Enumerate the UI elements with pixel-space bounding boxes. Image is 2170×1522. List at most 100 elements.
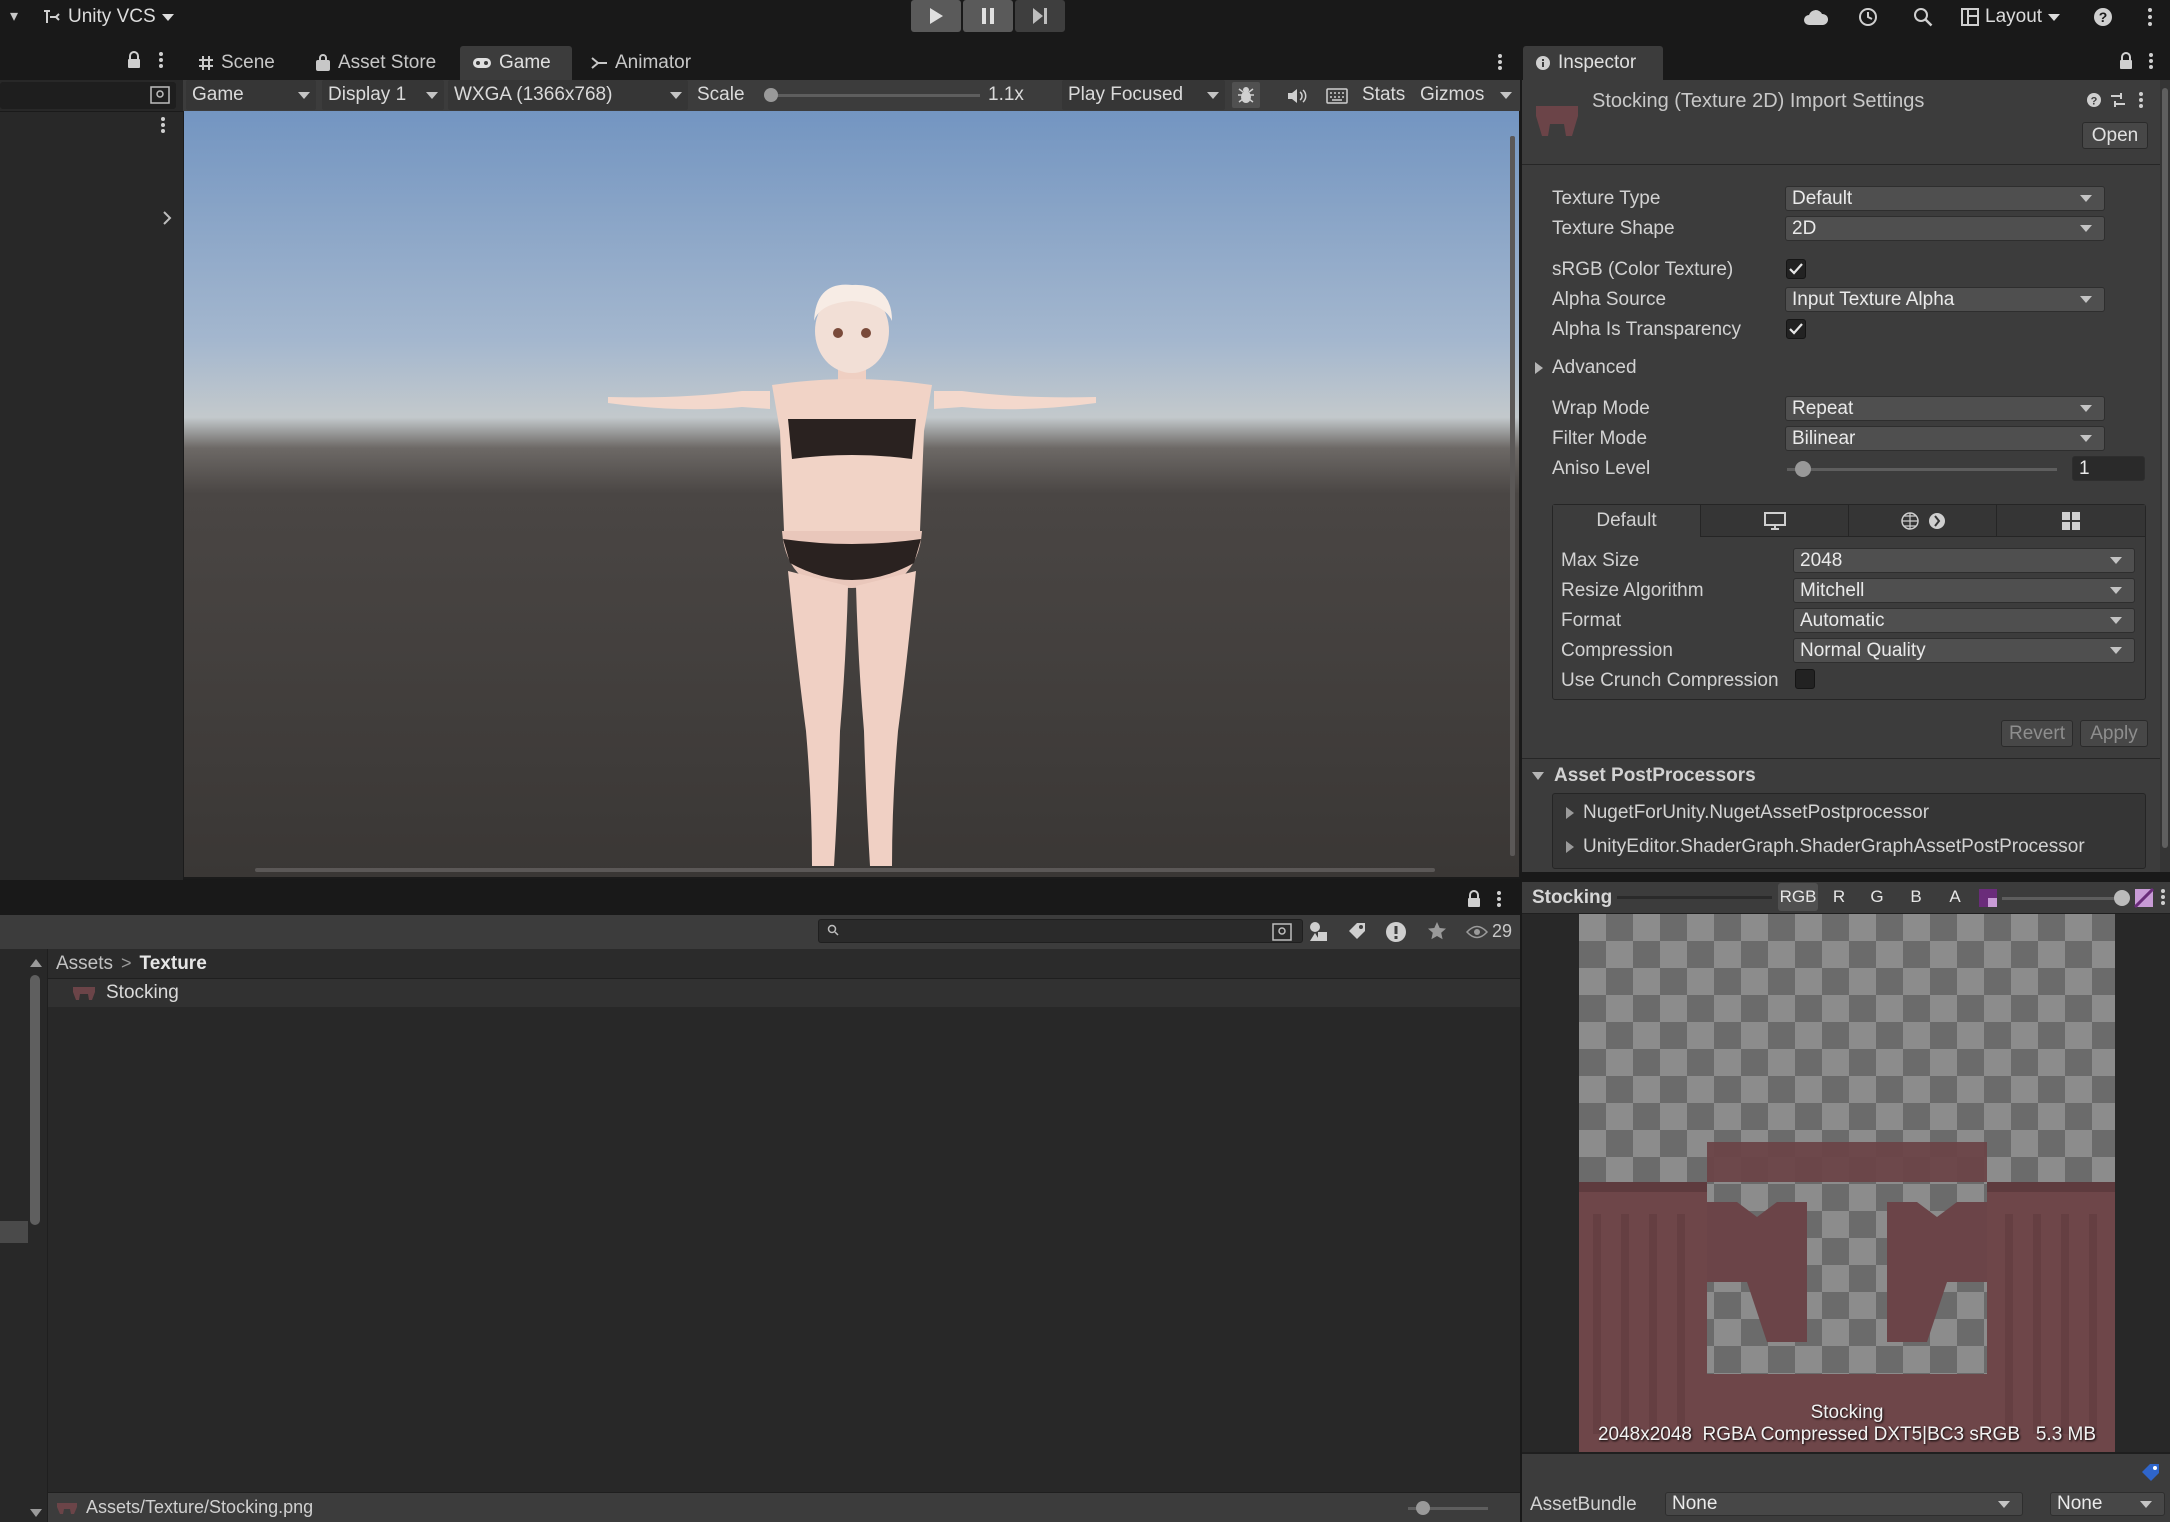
assetbundle-name-dropdown[interactable]: None [1665,1492,2023,1516]
filter-by-type-icon[interactable] [1308,921,1330,943]
list-item[interactable]: UnityEditor.ShaderGraph.ShaderGraphAsset… [1565,836,2085,858]
platform-tab-standalone[interactable] [1701,505,1849,537]
scale-slider-track[interactable] [767,94,980,97]
resize-algorithm-dropdown[interactable]: Mitchell [1793,578,2135,603]
bug-icon[interactable] [1232,82,1260,108]
more-icon[interactable] [1496,890,1502,908]
platform-tab-webgl[interactable] [1849,505,1997,537]
visible-count-toggle[interactable]: 29 [1466,921,1512,942]
channel-a-button[interactable]: A [1940,883,1970,911]
scroll-up-icon[interactable] [30,959,42,967]
search-scope-icon[interactable] [150,86,170,104]
apply-button[interactable]: Apply [2080,720,2148,747]
max-size-dropdown[interactable]: 2048 [1793,548,2135,573]
chevron-right-icon[interactable] [162,210,172,226]
layout-dropdown[interactable]: Layout [1961,3,2061,31]
game-view-scrollbar[interactable] [255,868,1435,872]
history-icon[interactable] [1855,4,1881,30]
favorite-star-icon[interactable] [1427,921,1447,941]
more-icon[interactable] [1497,53,1503,71]
keyboard-icon[interactable] [1323,84,1351,108]
channel-r-button[interactable]: R [1824,883,1854,911]
aniso-level-input[interactable]: 1 [2072,456,2145,481]
more-icon[interactable] [160,116,166,134]
display-dropdown[interactable]: Display 1 [322,80,444,110]
gizmos-button[interactable]: Gizmos [1420,80,1484,110]
mipmap-icon[interactable] [1978,888,1998,908]
lock-icon[interactable] [1466,890,1482,908]
breadcrumb-texture[interactable]: Texture [140,953,207,975]
lock-icon[interactable] [126,51,142,69]
texture-shape-dropdown[interactable]: 2D [1785,216,2105,241]
revert-button[interactable]: Revert [2001,720,2073,747]
texture-type-dropdown[interactable]: Default [1785,186,2105,211]
channel-g-button[interactable]: G [1862,883,1892,911]
filter-mode-dropdown[interactable]: Bilinear [1785,426,2105,451]
search-scope-icon[interactable] [1272,923,1292,941]
more-icon[interactable] [2140,4,2160,30]
channel-rgb-button[interactable]: RGB [1778,883,1818,911]
list-item[interactable]: Stocking [48,979,1520,1007]
platform-tab-default[interactable]: Default [1553,505,1701,537]
search-icon[interactable] [1910,4,1936,30]
wrap-mode-dropdown[interactable]: Repeat [1785,396,2105,421]
platform-tab-windows[interactable] [1997,505,2145,537]
asset-label-icon[interactable] [2140,1462,2162,1482]
advanced-foldout[interactable]: Advanced [1534,357,1637,379]
tab-animator[interactable]: Animator [578,46,703,80]
assetbundle-variant-dropdown[interactable]: None [2050,1492,2165,1516]
mip-level-slider-track[interactable] [2002,897,2122,900]
alpha-transparency-checkbox[interactable] [1786,319,1806,339]
presets-icon[interactable] [2110,92,2126,108]
pause-button[interactable] [963,0,1013,32]
tree-selected-row[interactable] [0,1221,28,1243]
tab-game[interactable]: Game [460,46,572,80]
tab-asset-store[interactable]: Asset Store [303,46,448,80]
aniso-slider-thumb[interactable] [1795,461,1812,477]
srgb-checkbox[interactable] [1786,259,1806,279]
crunch-compression-checkbox[interactable] [1795,669,1815,689]
tab-inspector[interactable]: Inspector [1523,46,1663,80]
game-view-vscrollbar[interactable] [1510,136,1515,856]
scroll-down-icon[interactable] [30,1509,42,1517]
alpha-source-dropdown[interactable]: Input Texture Alpha [1785,287,2105,312]
step-button[interactable] [1015,0,1065,32]
resolution-dropdown[interactable]: WXGA (1366x768) [448,80,688,110]
list-item[interactable]: NugetForUnity.NugetAssetPostprocessor [1565,802,1929,824]
preview-drag-bar[interactable] [1617,896,1772,899]
game-viewport[interactable] [184,111,1519,877]
account-menu-caret[interactable]: ▾ [4,4,24,28]
more-icon[interactable] [158,51,164,69]
cloud-icon[interactable] [1802,4,1830,30]
tab-scene[interactable]: Scene [186,46,287,80]
warning-filter-icon[interactable] [1385,921,1407,943]
compression-dropdown[interactable]: Normal Quality [1793,638,2135,663]
help-icon[interactable]: ? [2090,4,2116,30]
format-dropdown[interactable]: Automatic [1793,608,2135,633]
unity-vcs-button[interactable]: Unity VCS [42,3,174,31]
play-button[interactable] [911,0,961,32]
more-icon[interactable] [2148,52,2154,70]
lock-icon[interactable] [2118,52,2134,70]
tree-scrollbar-thumb[interactable] [30,975,40,1225]
play-mode-dropdown[interactable]: Play Focused [1062,80,1225,110]
icon-size-slider-thumb[interactable] [1416,1501,1430,1515]
help-icon[interactable]: ? [2086,92,2102,108]
more-icon[interactable] [2138,92,2144,108]
project-search-input[interactable] [818,919,1303,943]
stats-button[interactable]: Stats [1362,80,1405,110]
gizmos-dropdown-caret[interactable] [1500,92,1512,99]
channel-b-button[interactable]: B [1901,883,1931,911]
texture-preview-image[interactable]: Stocking 2048x2048 RGBA Compressed DXT5|… [1579,914,2115,1452]
inspector-scrollbar[interactable] [2160,80,2170,872]
mute-audio-icon[interactable] [1284,84,1310,108]
postprocessors-foldout[interactable]: Asset PostProcessors [1532,765,1756,787]
open-button[interactable]: Open [2082,122,2148,149]
game-mode-dropdown[interactable]: Game [186,80,316,110]
filter-by-label-icon[interactable] [1347,921,1367,941]
more-icon[interactable] [2160,888,2166,906]
breadcrumb-assets[interactable]: Assets [56,953,113,975]
alpha-blend-icon[interactable] [2134,888,2154,908]
aniso-slider-track[interactable] [1787,468,2057,471]
mip-level-slider-thumb[interactable] [2114,890,2130,906]
